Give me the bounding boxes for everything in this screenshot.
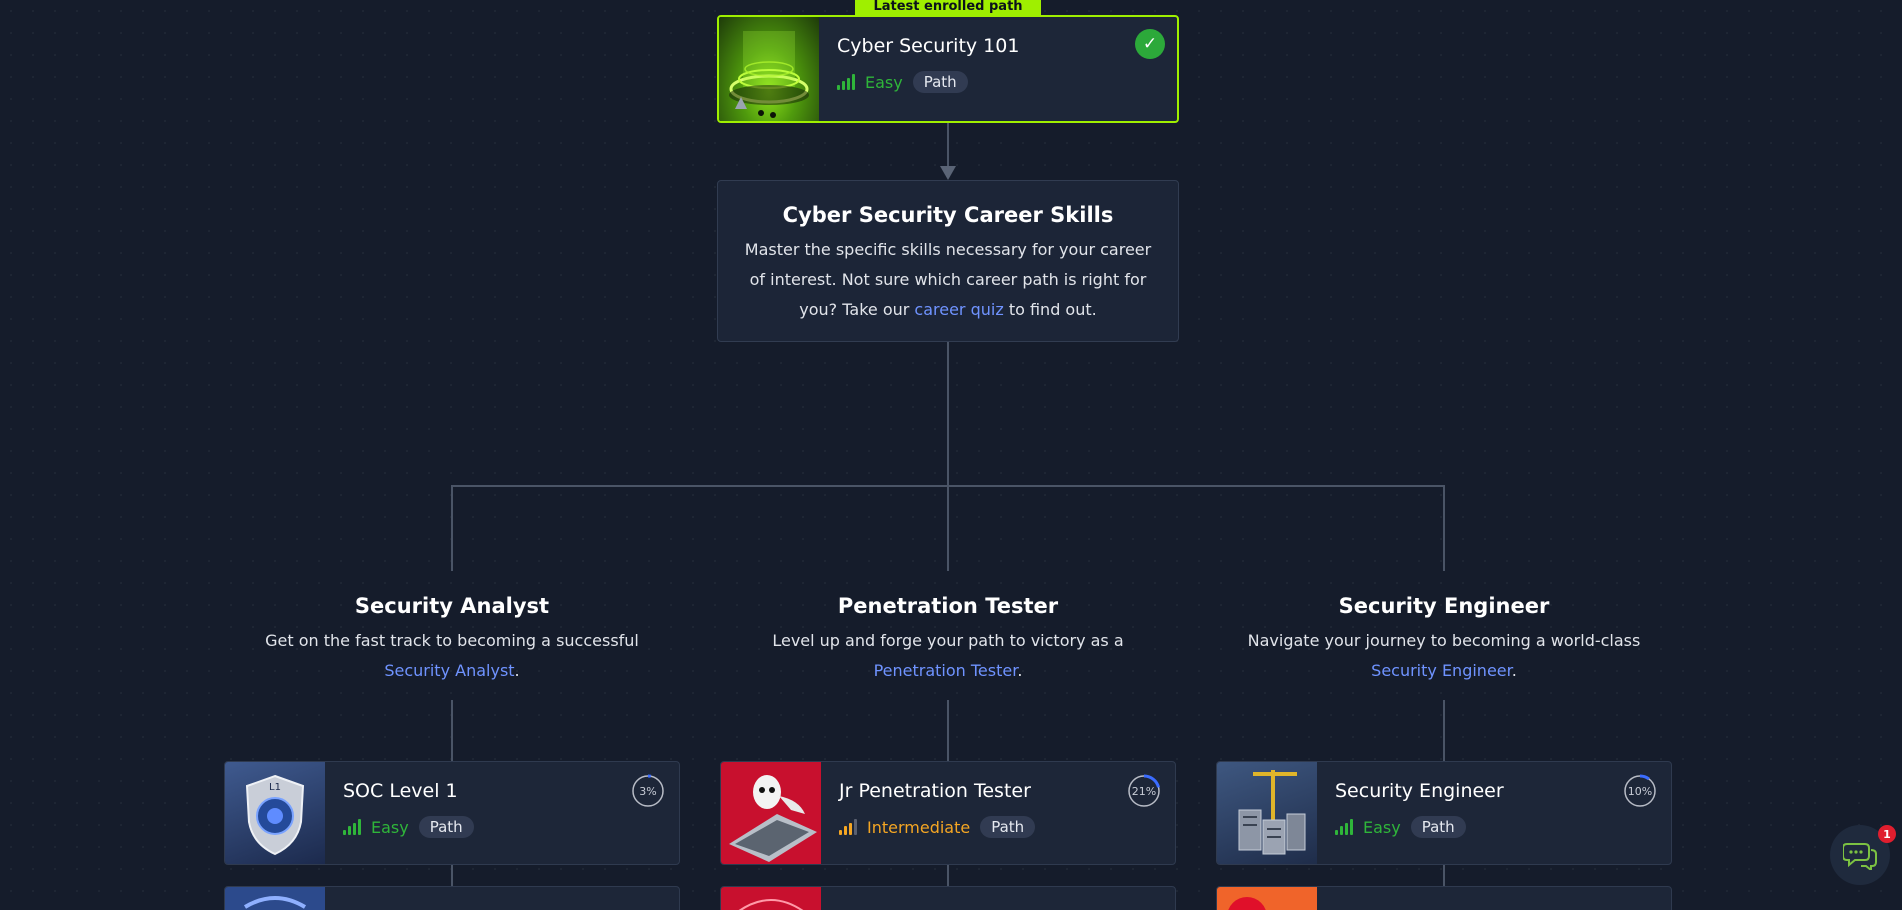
next-path-thumbnail	[721, 887, 821, 910]
role-desc-part: Get on the fast track to becoming a succ…	[265, 631, 639, 650]
completed-check-icon: ✓	[1135, 29, 1165, 59]
difficulty-bars-icon	[1335, 819, 1353, 835]
connector-pentester-path	[947, 700, 949, 762]
portal-icon	[729, 31, 809, 118]
connector-analyst-next	[451, 864, 453, 888]
career-skills-box: Cyber Security Career Skills Master the …	[717, 180, 1179, 342]
difficulty-bars-icon	[837, 74, 855, 90]
penetration-tester-link[interactable]: Penetration Tester	[874, 661, 1018, 680]
type-pill: Path	[418, 816, 474, 838]
next-path-thumbnail	[225, 887, 325, 910]
difficulty-bars-icon	[839, 819, 857, 835]
server-crane-icon	[1238, 770, 1306, 855]
next-path-thumbnail	[1217, 887, 1317, 910]
security-analyst-link[interactable]: Security Analyst	[384, 661, 514, 680]
role-desc-part: .	[514, 661, 520, 680]
role-security-engineer: Security Engineer Navigate your journey …	[1224, 594, 1664, 686]
chat-notification-badge: 1	[1878, 825, 1896, 843]
role-title: Penetration Tester	[837, 594, 1059, 618]
connector-arrow	[940, 166, 956, 180]
progress-label: 10%	[1627, 784, 1653, 798]
connector-engineer	[1443, 485, 1445, 571]
enrolled-path-card[interactable]: Cyber Security 101 Easy Path ✓	[717, 15, 1179, 123]
connector-pentester	[947, 485, 949, 571]
path-title: Jr Penetration Tester	[839, 780, 1031, 802]
connector-analyst-path	[451, 700, 453, 762]
connector-pentester-next	[947, 864, 949, 888]
path-title: SOC Level 1	[343, 780, 458, 802]
role-desc: Get on the fast track to becoming a succ…	[232, 626, 672, 686]
path-card-body: SOC Level 1 Easy Path 3%	[325, 762, 679, 864]
path-card-next-analyst[interactable]	[224, 886, 680, 910]
type-pill: Path	[1410, 816, 1466, 838]
difficulty-label: Easy	[1363, 817, 1401, 837]
progress-label: 21%	[1131, 784, 1157, 798]
connector-enrolled-to-career	[947, 122, 949, 168]
progress-ring: 10%	[1623, 774, 1657, 808]
chat-bubbles-icon	[1843, 843, 1877, 870]
enrolled-path-meta: Easy Path	[837, 71, 1159, 93]
progress-label: 3%	[639, 784, 657, 798]
difficulty-label: Easy	[865, 72, 903, 92]
progress-ring: 3%	[631, 774, 665, 808]
path-card-security-engineer[interactable]: Security Engineer Easy Path 10%	[1216, 761, 1672, 865]
circle-icon	[1228, 897, 1266, 910]
connector-career-down	[947, 342, 949, 486]
jr-penetration-tester-thumbnail	[721, 762, 821, 864]
soc-level-1-thumbnail: L1	[225, 762, 325, 864]
role-desc-part: .	[1511, 661, 1517, 680]
path-card-next-engineer[interactable]	[1216, 886, 1672, 910]
latest-enrolled-tag: Latest enrolled path	[855, 0, 1041, 15]
career-skills-text: Master the specific skills necessary for…	[738, 235, 1158, 325]
career-skills-title: Cyber Security Career Skills	[782, 203, 1114, 227]
difficulty-label: Easy	[371, 817, 409, 837]
path-meta: Intermediate Path	[839, 816, 1157, 838]
difficulty-bars-icon	[343, 819, 361, 835]
enrolled-path-title: Cyber Security 101	[837, 35, 1020, 57]
role-desc-part: Navigate your journey to becoming a worl…	[1247, 631, 1641, 650]
role-desc-part: .	[1017, 661, 1023, 680]
shield-icon: L1	[245, 774, 305, 856]
shield-icon	[243, 896, 307, 909]
role-title: Security Analyst	[354, 594, 550, 618]
type-pill: Path	[912, 71, 968, 93]
difficulty-label: Intermediate	[867, 817, 971, 837]
path-card-soc-level-1[interactable]: L1 SOC Level 1 Easy Path 3%	[224, 761, 680, 865]
path-card-next-pentester[interactable]	[720, 886, 1176, 910]
connector-analyst	[451, 485, 453, 571]
career-quiz-link[interactable]: career quiz	[914, 300, 1003, 319]
ring-icon	[738, 899, 804, 910]
role-penetration-tester: Penetration Tester Level up and forge yo…	[728, 594, 1168, 686]
path-card-body: Security Engineer Easy Path 10%	[1317, 762, 1671, 864]
connector-engineer-path	[1443, 700, 1445, 762]
role-title: Security Engineer	[1338, 594, 1550, 618]
security-engineer-link[interactable]: Security Engineer	[1371, 661, 1512, 680]
role-desc: Navigate your journey to becoming a worl…	[1224, 626, 1664, 686]
svg-text:L1: L1	[269, 782, 281, 793]
role-security-analyst: Security Analyst Get on the fast track t…	[232, 594, 672, 686]
role-desc: Level up and forge your path to victory …	[728, 626, 1168, 686]
learning-paths-tree: Latest enrolled path Cyber Security 101 …	[0, 0, 1902, 910]
progress-ring: 21%	[1127, 774, 1161, 808]
career-text-part: to find out.	[1003, 300, 1097, 319]
enrolled-card-body: Cyber Security 101 Easy Path ✓	[819, 17, 1177, 121]
path-card-jr-penetration-tester[interactable]: Jr Penetration Tester Intermediate Path …	[720, 761, 1176, 865]
path-card-body: Jr Penetration Tester Intermediate Path …	[821, 762, 1175, 864]
path-title: Security Engineer	[1335, 780, 1504, 802]
path-meta: Easy Path	[1335, 816, 1653, 838]
connector-engineer-next	[1443, 864, 1445, 888]
role-desc-part: Level up and forge your path to victory …	[772, 631, 1124, 650]
path-meta: Easy Path	[343, 816, 661, 838]
laptop-hacker-icon	[729, 775, 817, 862]
cyber-security-101-thumbnail	[719, 17, 819, 121]
security-engineer-thumbnail	[1217, 762, 1317, 864]
type-pill: Path	[980, 816, 1036, 838]
